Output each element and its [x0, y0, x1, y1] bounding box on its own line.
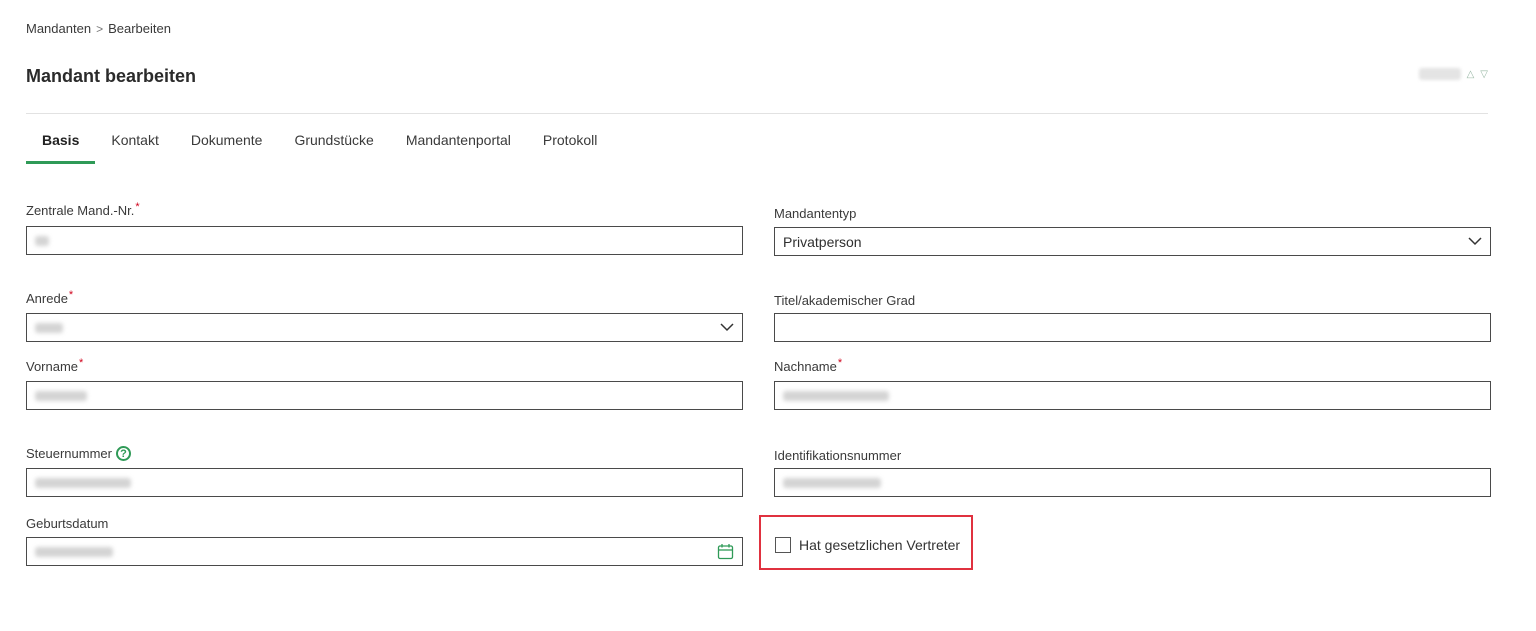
page-title: Mandant bearbeiten [26, 66, 197, 86]
tab-kontakt[interactable]: Kontakt [95, 122, 174, 164]
header-divider [26, 113, 1488, 114]
help-circle-icon[interactable]: ? [115, 446, 131, 462]
anrede-select[interactable] [26, 313, 743, 342]
mandantentyp-label: Mandantentyp [774, 206, 857, 221]
identifikationsnummer-input[interactable] [774, 468, 1491, 497]
blurred-value [35, 235, 49, 246]
tab-grundstuecke[interactable]: Grundstücke [278, 122, 389, 164]
gesetzlicher-vertreter-label: Hat gesetzlichen Vertreter [799, 537, 961, 553]
mandantentyp-value: Privatperson [783, 233, 862, 250]
required-mark: * [135, 201, 140, 213]
steuernummer-input[interactable] [26, 468, 743, 497]
blurred-value [35, 546, 113, 557]
blurred-value [35, 390, 87, 401]
chevron-down-icon [720, 321, 734, 335]
chevron-down-icon [1468, 235, 1482, 249]
geburtsdatum-label: Geburtsdatum [26, 516, 109, 531]
zentrale-nr-label: Zentrale Mand.-Nr.* [26, 201, 140, 218]
gesetzlicher-vertreter-checkbox[interactable] [775, 537, 791, 553]
blurred-value [35, 477, 131, 488]
mandantentyp-select[interactable]: Privatperson [774, 227, 1491, 256]
gesetzlicher-vertreter-checkbox-row[interactable]: Hat gesetzlichen Vertreter [775, 537, 960, 553]
vorname-input[interactable] [26, 381, 743, 410]
chevron-up-icon[interactable]: △ [1467, 69, 1475, 80]
vorname-label-text: Vorname [26, 359, 79, 374]
zentrale-nr-label-text: Zentrale Mand.-Nr. [26, 203, 135, 218]
record-navigator: △ ▽ [1418, 68, 1488, 80]
steuernummer-label: Steuernummer? [26, 446, 131, 462]
tab-mandantenportal[interactable]: Mandantenportal [390, 122, 527, 164]
breadcrumb: Mandanten > Bearbeiten [26, 21, 171, 36]
steuernummer-label-text: Steuernummer [26, 446, 112, 461]
tab-dokumente[interactable]: Dokumente [175, 122, 279, 164]
zentrale-nr-input[interactable] [26, 226, 743, 255]
breadcrumb-current: Bearbeiten [108, 21, 171, 36]
vorname-label: Vorname* [26, 357, 84, 374]
geburtsdatum-input[interactable] [26, 537, 743, 566]
tab-protokoll[interactable]: Protokoll [527, 122, 613, 164]
chevron-down-icon[interactable]: ▽ [1480, 69, 1488, 80]
calendar-icon[interactable] [716, 544, 734, 560]
titel-label: Titel/akademischer Grad [774, 293, 916, 308]
blurred-value [783, 390, 889, 401]
record-position-blurred [1418, 68, 1461, 80]
identifikationsnummer-label: Identifikationsnummer [774, 448, 902, 463]
anrede-label-text: Anrede [26, 291, 68, 306]
anrede-label: Anrede* [26, 289, 74, 306]
nachname-label-text: Nachname [774, 359, 837, 374]
nachname-input[interactable] [774, 381, 1491, 410]
breadcrumb-parent[interactable]: Mandanten [26, 21, 91, 36]
tab-bar: Basis Kontakt Dokumente Grundstücke Mand… [26, 122, 613, 166]
nachname-label: Nachname* [774, 357, 843, 374]
required-mark: * [79, 357, 84, 369]
blurred-value [783, 477, 881, 488]
breadcrumb-separator: > [96, 21, 104, 36]
required-mark: * [837, 357, 843, 369]
blurred-value [35, 322, 63, 333]
tab-basis[interactable]: Basis [26, 122, 96, 164]
required-mark: * [68, 289, 74, 301]
titel-input[interactable] [774, 313, 1491, 342]
